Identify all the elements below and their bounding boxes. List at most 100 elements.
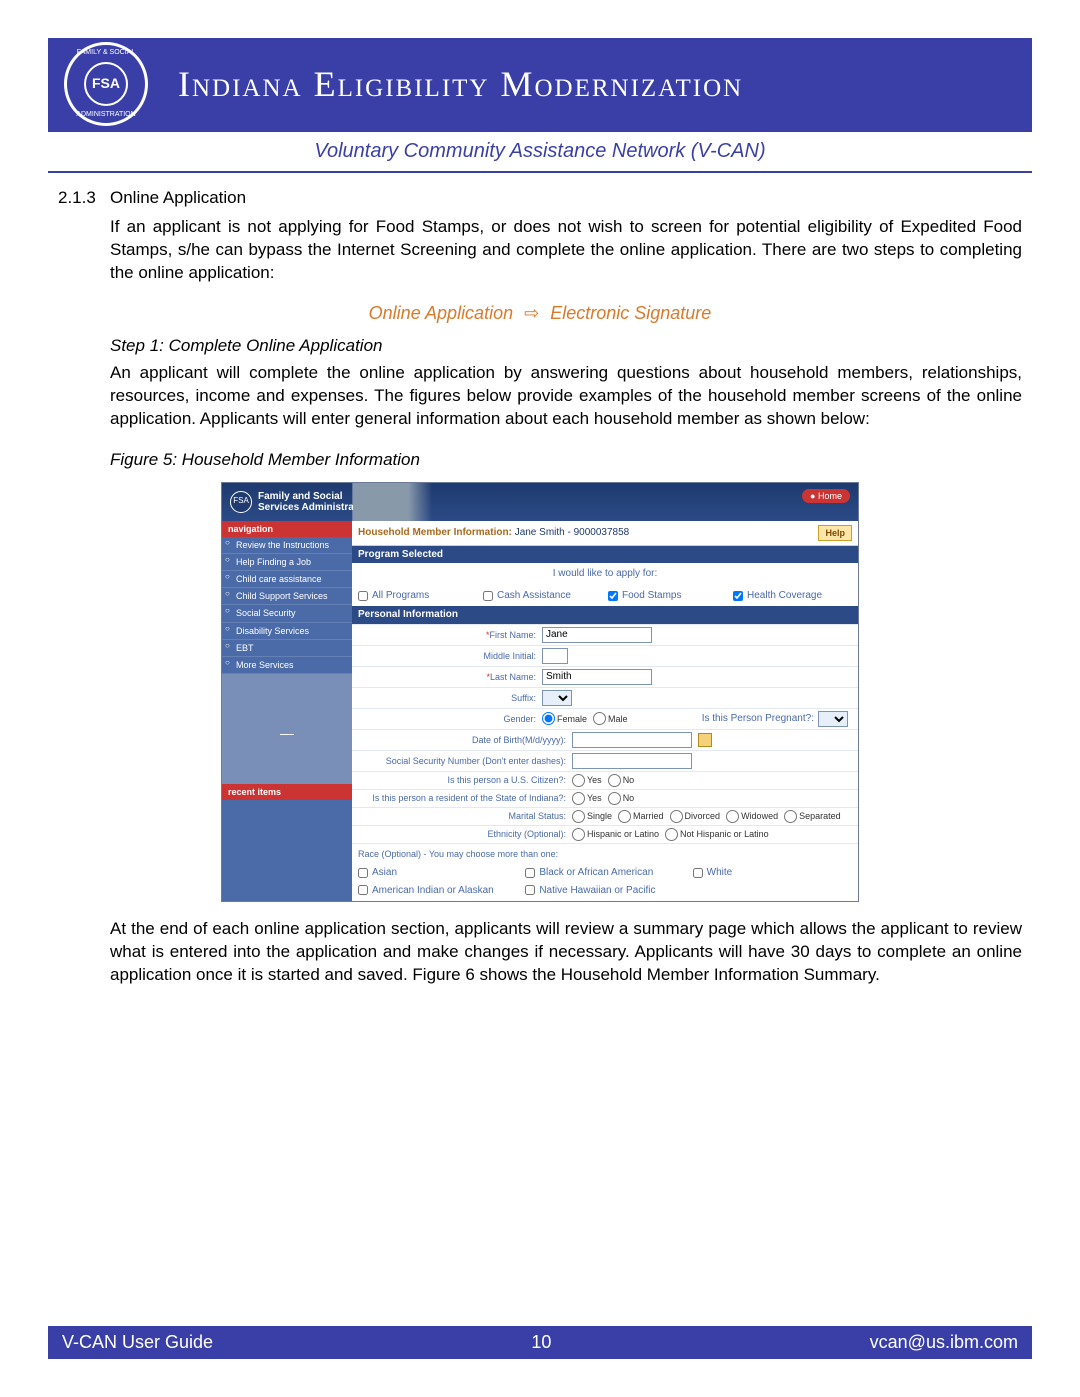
panel-title-prefix: Household Member Information: [358, 527, 512, 538]
help-button[interactable]: Help [818, 525, 852, 541]
program-health[interactable]: Health Coverage [733, 589, 852, 603]
after-figure-paragraph: At the end of each online application se… [110, 918, 1022, 987]
cb-cash[interactable] [483, 591, 493, 601]
marital-married[interactable]: Married [618, 810, 664, 823]
label-dob: Date of Birth(M/d/yyyy): [352, 734, 572, 746]
gender-female[interactable]: Female [542, 712, 587, 725]
flow-step-1: Online Application [369, 303, 513, 323]
app-main-panel: Household Member Information: Jane Smith… [352, 521, 858, 901]
resident-no[interactable]: No [608, 792, 635, 805]
label-gender: Gender: [352, 713, 542, 725]
radio-female[interactable] [542, 712, 555, 725]
step1-heading: Step 1: Complete Online Application [110, 335, 1022, 358]
input-last-name[interactable] [542, 669, 652, 685]
marital-widowed[interactable]: Widowed [726, 810, 778, 823]
race-black[interactable]: Black or African American [525, 866, 684, 880]
cb-health-label: Health Coverage [747, 589, 822, 603]
race-row-2: American Indian or Alaskan Native Hawaii… [352, 882, 858, 902]
fssa-seal: FAMILY & SOCIAL FSA ADMINISTRATION [64, 42, 148, 126]
label-pregnant: Is this Person Pregnant?: [702, 712, 814, 726]
footer-email: vcan@us.ibm.com [870, 1332, 1018, 1353]
home-button[interactable]: ● Home [802, 489, 850, 503]
nav-item-child-care[interactable]: Child care assistance [222, 571, 352, 588]
seal-text-top: FAMILY & SOCIAL [77, 49, 136, 57]
seal-abbr: FSA [84, 62, 128, 106]
cb-cash-label: Cash Assistance [497, 589, 571, 603]
nav-item-disability[interactable]: Disability Services [222, 623, 352, 640]
panel-title-person: Jane Smith - 9000037858 [515, 527, 630, 538]
program-all[interactable]: All Programs [358, 589, 477, 603]
cb-all-label: All Programs [372, 589, 429, 603]
program-food-stamps[interactable]: Food Stamps [608, 589, 727, 603]
input-ssn[interactable] [572, 753, 692, 769]
input-dob[interactable] [572, 732, 692, 748]
race-white[interactable]: White [693, 866, 852, 880]
nav-item-ebt[interactable]: EBT [222, 640, 352, 657]
input-first-name[interactable] [542, 627, 652, 643]
nav-item-child-support[interactable]: Child Support Services [222, 588, 352, 605]
cb-food-stamps[interactable] [608, 591, 618, 601]
calendar-icon[interactable] [698, 733, 712, 747]
eth-hispanic[interactable]: Hispanic or Latino [572, 828, 659, 841]
app-banner: FSA Family and Social Services Administr… [222, 483, 858, 521]
nav-item-review-instructions[interactable]: Review the Instructions [222, 537, 352, 554]
personal-info-bar: Personal Information [352, 606, 858, 624]
radio-marital: Single Married Divorced Widowed Separate… [572, 810, 841, 823]
page-subtitle: Voluntary Community Assistance Network (… [48, 128, 1032, 173]
radio-male[interactable] [593, 712, 606, 725]
label-ethnicity: Ethnicity (Optional): [352, 828, 572, 840]
radio-resident: Yes No [572, 792, 634, 805]
select-pregnant[interactable] [818, 711, 848, 727]
nav-item-social-security[interactable]: Social Security [222, 605, 352, 622]
race-empty [693, 884, 852, 898]
program-checkbox-row: All Programs Cash Assistance Food Stamps… [352, 585, 858, 607]
process-flow: Online Application ⇨ Electronic Signatur… [58, 301, 1022, 325]
cb-all-programs[interactable] [358, 591, 368, 601]
radio-gender: Female Male [542, 712, 628, 725]
apply-line: I would like to apply for: [352, 563, 858, 585]
figure5-caption: Figure 5: Household Member Information [110, 449, 1022, 472]
label-middle-initial: Middle Initial: [352, 650, 542, 662]
label-ssn: Social Security Number (Don't enter dash… [352, 755, 572, 767]
program-cash[interactable]: Cash Assistance [483, 589, 602, 603]
section-number: 2.1.3 [58, 187, 110, 210]
race-header: Race (Optional) - You may choose more th… [352, 843, 858, 864]
footer-page-number: 10 [531, 1332, 551, 1353]
home-label: Home [818, 491, 842, 501]
label-resident: Is this person a resident of the State o… [352, 792, 572, 804]
seal-text-bottom: ADMINISTRATION [76, 111, 135, 119]
nav-item-help-finding-job[interactable]: Help Finding a Job [222, 554, 352, 571]
app-banner-seal-icon: FSA [230, 491, 252, 513]
step1-body: An applicant will complete the online ap… [110, 362, 1022, 431]
left-nav: navigation Review the Instructions Help … [222, 521, 352, 901]
marital-divorced[interactable]: Divorced [670, 810, 721, 823]
nav-collapse[interactable]: — [222, 674, 352, 784]
race-asian[interactable]: Asian [358, 866, 517, 880]
marital-separated[interactable]: Separated [784, 810, 841, 823]
resident-yes[interactable]: Yes [572, 792, 602, 805]
race-row-1: Asian Black or African American White [352, 864, 858, 882]
flow-step-2: Electronic Signature [550, 303, 711, 323]
cb-health[interactable] [733, 591, 743, 601]
input-middle-initial[interactable] [542, 648, 568, 664]
program-selected-bar: Program Selected [352, 546, 858, 564]
label-last-name: *Last Name: [352, 671, 542, 683]
select-suffix[interactable] [542, 690, 572, 706]
radio-citizen: Yes No [572, 774, 634, 787]
header-bar: FAMILY & SOCIAL FSA ADMINISTRATION India… [48, 38, 1032, 128]
document-body: 2.1.3Online Application If an applicant … [48, 173, 1032, 987]
race-native-hawaiian[interactable]: Native Hawaiian or Pacific [525, 884, 684, 898]
nav-item-more-services[interactable]: More Services [222, 657, 352, 674]
nav-heading: navigation [222, 521, 352, 537]
banner-photo [352, 483, 432, 521]
citizen-yes[interactable]: Yes [572, 774, 602, 787]
eth-not-hispanic[interactable]: Not Hispanic or Latino [665, 828, 769, 841]
marital-single[interactable]: Single [572, 810, 612, 823]
section-title: Online Application [110, 188, 246, 207]
race-american-indian[interactable]: American Indian or Alaskan [358, 884, 517, 898]
page-main-title: Indiana Eligibility Modernization [178, 63, 743, 105]
citizen-no[interactable]: No [608, 774, 635, 787]
gender-male[interactable]: Male [593, 712, 628, 725]
application-screenshot: FSA Family and Social Services Administr… [221, 482, 859, 902]
page-footer: V-CAN User Guide 10 vcan@us.ibm.com [48, 1326, 1032, 1359]
